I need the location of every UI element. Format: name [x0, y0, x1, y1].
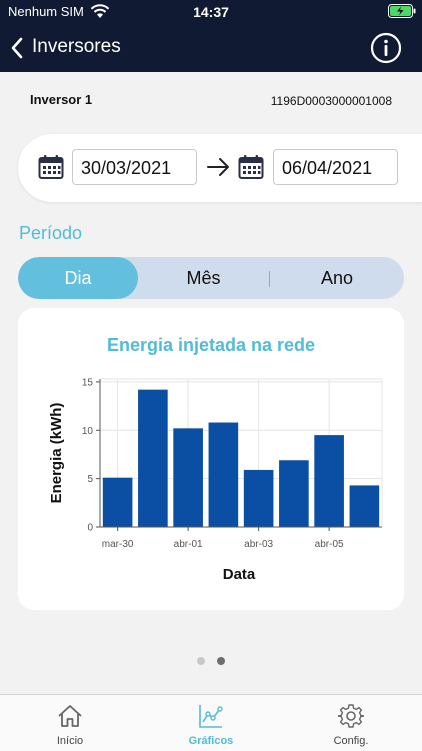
- bar-abr-05: [314, 435, 344, 527]
- bar-abr-06: [349, 485, 380, 527]
- tab-home[interactable]: Início: [20, 695, 120, 751]
- inverter-serial: 1196D0003000001008: [270, 94, 392, 108]
- start-date-field[interactable]: 30/03/2021: [72, 149, 197, 185]
- tab-charts[interactable]: Gráficos: [161, 695, 261, 751]
- info-icon[interactable]: [370, 32, 402, 64]
- chart-icon: [199, 705, 223, 728]
- period-label: Período: [19, 223, 83, 243]
- x-tick-label: abr-05: [315, 539, 344, 550]
- back-button[interactable]: Inversores: [8, 34, 148, 62]
- y-tick-label: 15: [82, 377, 94, 388]
- page-title: Inversores: [32, 36, 121, 57]
- tab-bar: Início Gráficos Config.: [0, 694, 422, 751]
- pager-dot[interactable]: [197, 657, 205, 665]
- x-tick-label: mar-30: [102, 539, 134, 550]
- chart-card: Energia injetada na rede 0 5 10 15 mar-30 abr…: [18, 308, 404, 610]
- x-tick-label: abr-01: [174, 539, 203, 550]
- battery-charging-icon: [388, 4, 416, 18]
- period-option-year[interactable]: Ano: [270, 257, 404, 299]
- y-axis-title: Energia (kWh): [48, 403, 65, 504]
- pager-dot-active[interactable]: [217, 657, 225, 665]
- y-tick-label: 0: [87, 523, 93, 534]
- bar-abr-02: [208, 422, 239, 527]
- arrow-right-icon: [207, 158, 229, 176]
- calendar-icon[interactable]: [238, 154, 264, 180]
- chevron-left-icon: [11, 37, 23, 59]
- period-option-month[interactable]: Mês: [138, 257, 269, 299]
- x-tick-label: abr-03: [244, 539, 273, 550]
- status-time: 14:37: [193, 4, 229, 20]
- gear-icon: [338, 704, 364, 728]
- nav-bar: Inversores: [0, 24, 422, 72]
- tab-label-settings: Config.: [333, 735, 369, 747]
- home-icon: [58, 705, 82, 727]
- period-segmented-control: Dia Mês Ano: [18, 257, 404, 299]
- status-bar: Nenhum SIM 14:37: [0, 0, 422, 24]
- tab-settings[interactable]: Config.: [301, 695, 401, 751]
- y-tick-label: 5: [87, 474, 93, 485]
- bar-mar-31: [138, 389, 168, 527]
- x-axis-title: Data: [223, 566, 256, 583]
- period-option-day[interactable]: Dia: [18, 257, 138, 299]
- calendar-icon[interactable]: [38, 154, 64, 180]
- app-header: Nenhum SIM 14:37 Inversores: [0, 0, 422, 72]
- bar-abr-04: [279, 460, 309, 527]
- end-date-field[interactable]: 06/04/2021: [273, 149, 398, 185]
- tab-label-charts: Gráficos: [188, 735, 234, 747]
- bar-mar-30: [102, 477, 133, 527]
- bar-abr-03: [243, 469, 274, 527]
- bar-abr-01: [173, 428, 203, 527]
- inverter-name: Inversor 1: [30, 92, 93, 107]
- tab-label-home: Início: [56, 735, 84, 747]
- y-tick-label: 10: [82, 426, 94, 437]
- energy-bar-chart: 0 5 10 15 mar-30 abr-01 abr-03 abr-05 Data Energi…: [48, 377, 383, 583]
- date-range-card: 30/03/2021 06/04/2021: [18, 134, 422, 202]
